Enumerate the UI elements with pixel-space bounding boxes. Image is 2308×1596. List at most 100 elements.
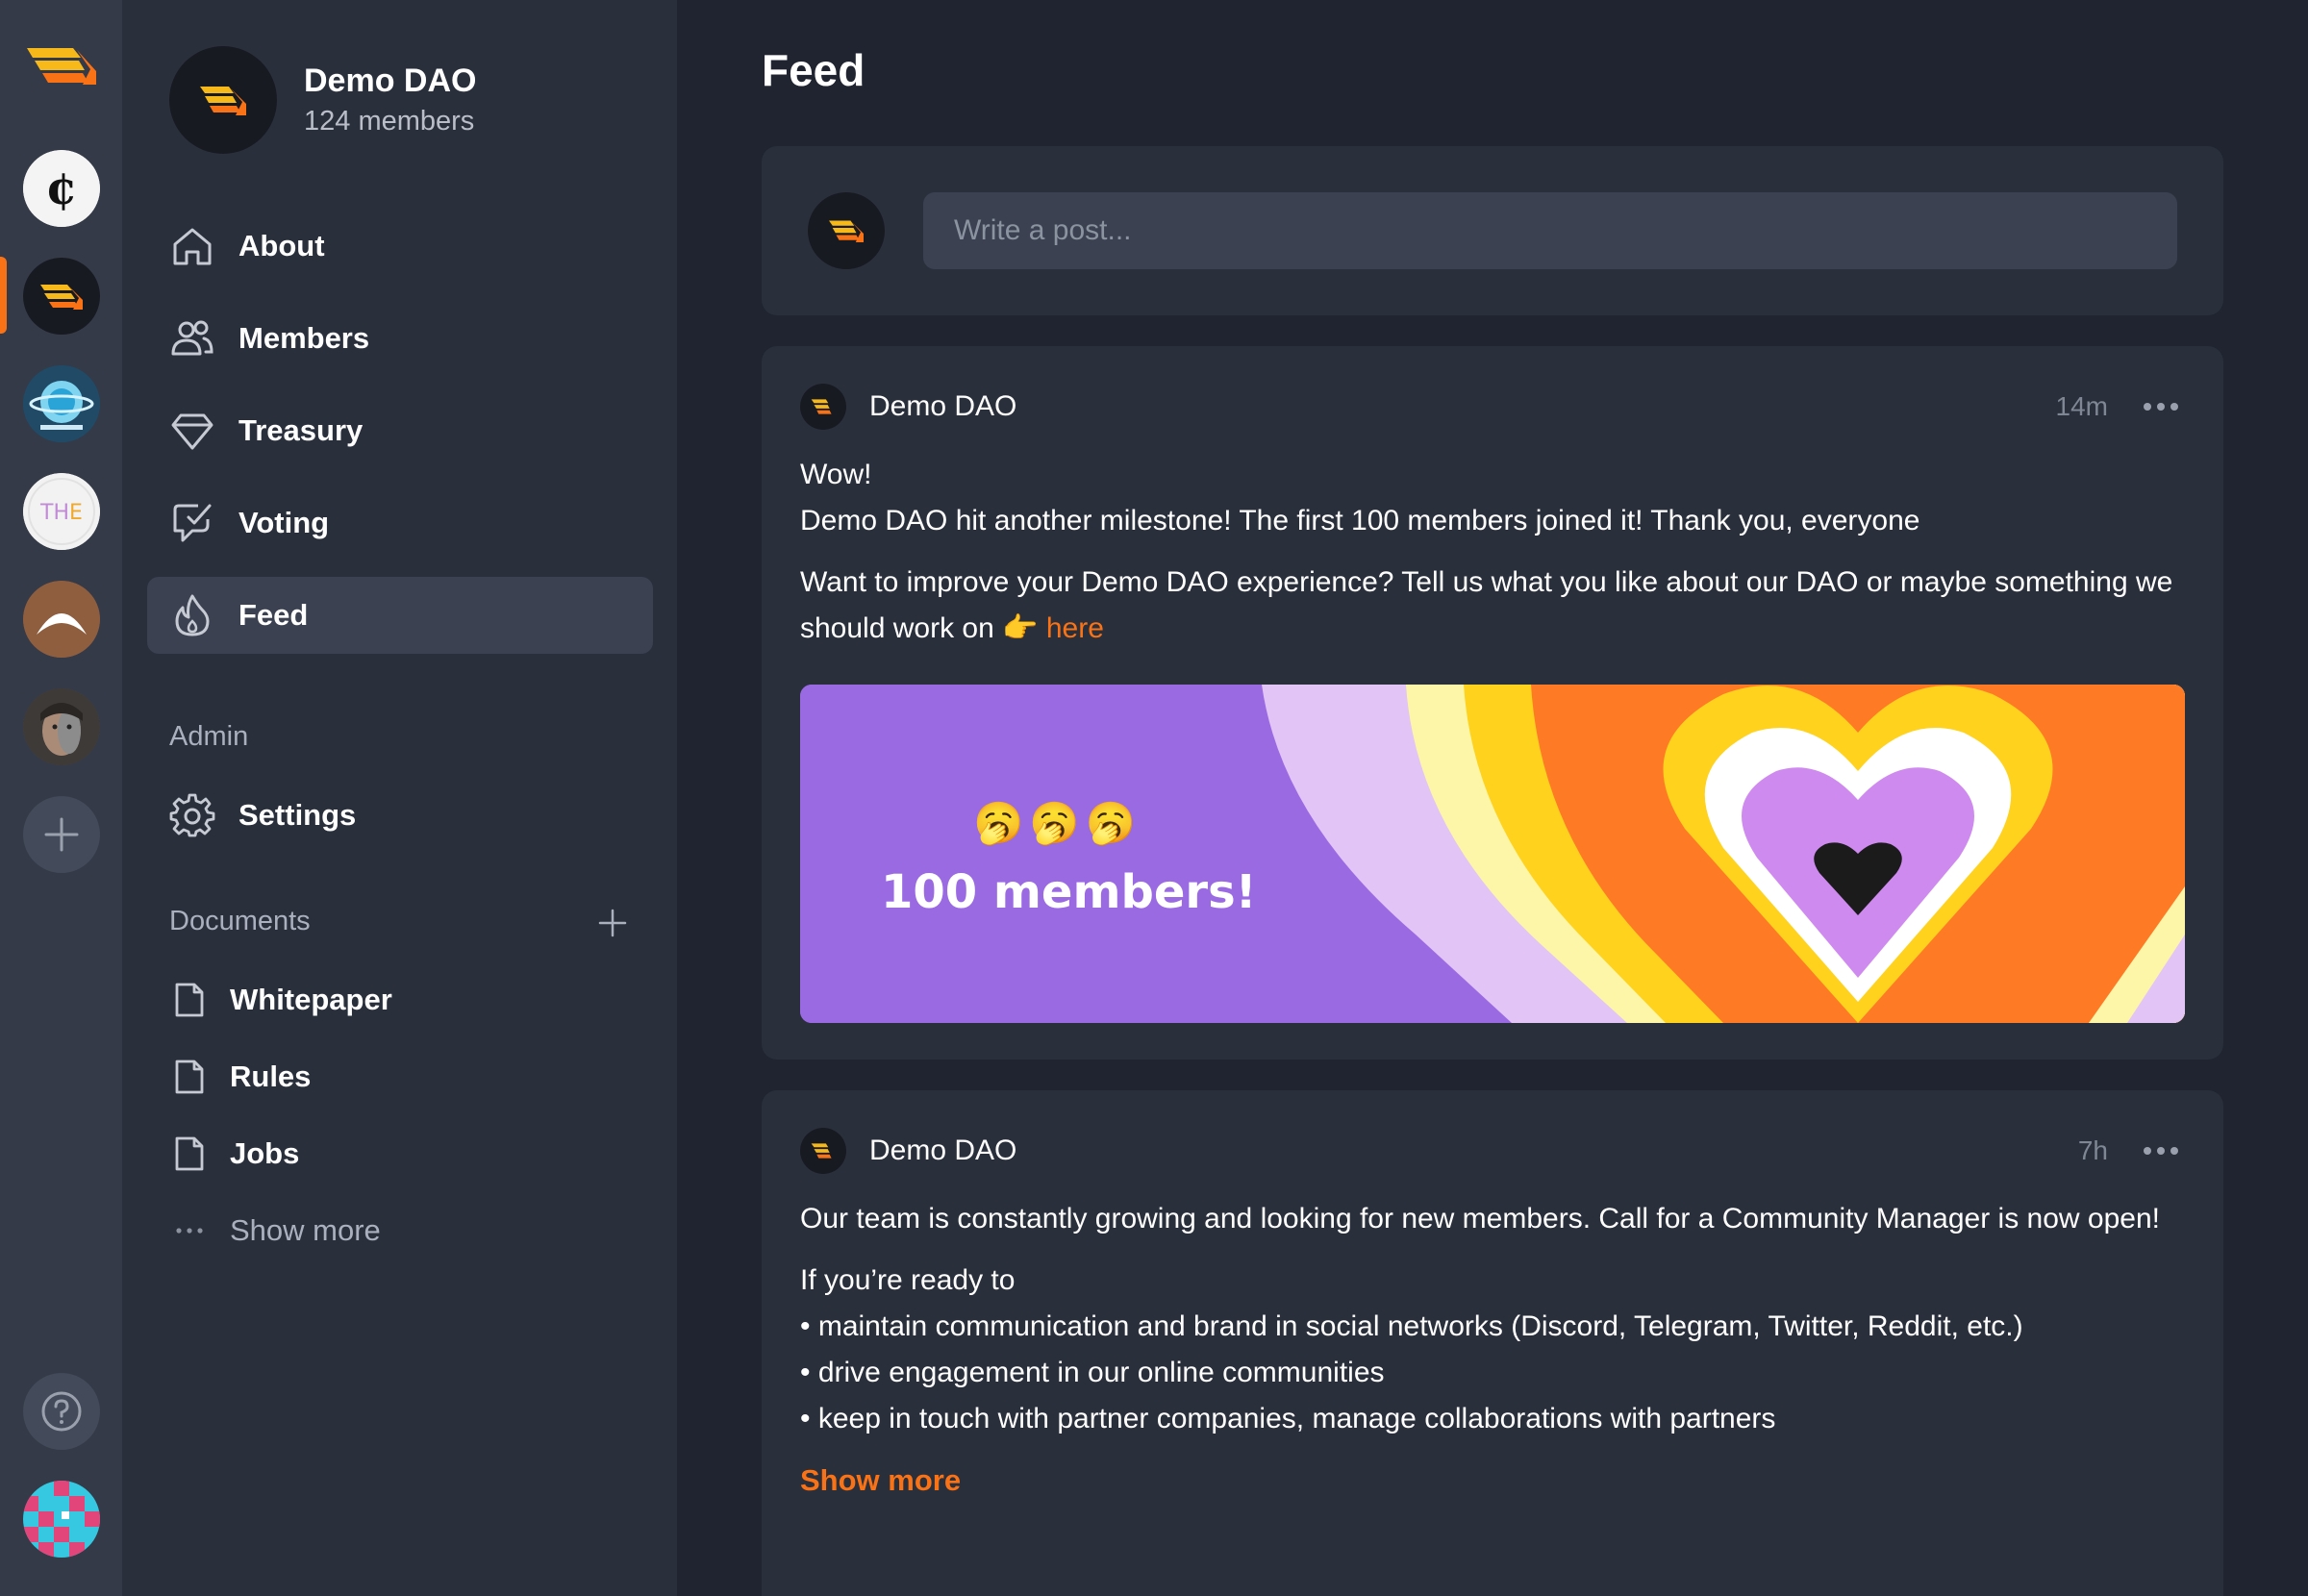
post-composer (762, 146, 2223, 315)
planet-icon (23, 365, 100, 442)
face-icon (23, 688, 100, 765)
document-icon (170, 979, 209, 1021)
dao-sidebar: Demo DAO 124 members About Members Treas… (122, 0, 677, 1596)
post-author[interactable]: Demo DAO (869, 390, 1016, 423)
user-avatar[interactable] (23, 1481, 100, 1558)
post-body: Our team is constantly growing and looki… (800, 1196, 2185, 1519)
arrow-a-icon (23, 581, 100, 658)
post-author[interactable]: Demo DAO (869, 1135, 1016, 1167)
feed-post: Demo DAO 7h Our team is constantly growi… (762, 1090, 2223, 1596)
add-document-button[interactable] (593, 904, 632, 942)
rail-dao-demo[interactable] (23, 258, 100, 335)
nav-item-about[interactable]: About (147, 208, 653, 285)
post-text: Want to improve your Demo DAO experience… (800, 566, 2173, 644)
document-label: Jobs (230, 1136, 300, 1170)
dao-header[interactable]: Demo DAO 124 members (169, 45, 476, 155)
user-avatar-icon (23, 1481, 100, 1558)
nav-item-label: Settings (238, 798, 357, 832)
show-more-label: Show more (230, 1213, 381, 1247)
heart-banner-illustration (800, 685, 2185, 1023)
document-icon (170, 1133, 209, 1175)
app-logo-icon[interactable] (23, 37, 100, 94)
post-timestamp: 7h (2077, 1135, 2108, 1165)
nav-item-feed[interactable]: Feed (147, 577, 653, 654)
more-horizontal-icon (2144, 403, 2178, 411)
documents-show-more[interactable]: Show more (170, 1202, 381, 1259)
dao-name: Demo DAO (304, 62, 477, 99)
documents-section-label: Documents (169, 906, 311, 936)
post-author-avatar[interactable] (800, 1128, 846, 1174)
page-title: Feed (762, 45, 866, 95)
banner-caption: 100 members! (881, 865, 1257, 919)
document-label: Whitepaper (230, 983, 392, 1016)
rail-dao-face[interactable] (23, 688, 100, 765)
add-dao-button[interactable] (23, 796, 100, 873)
nav-item-treasury[interactable]: Treasury (147, 392, 653, 469)
more-horizontal-icon (2144, 1147, 2178, 1155)
nav-item-label: Members (238, 321, 370, 355)
post-author-avatar[interactable] (800, 384, 846, 430)
rail-dao-arrow[interactable] (23, 581, 100, 658)
admin-section-label: Admin (169, 721, 249, 752)
the-icon: THE (23, 473, 100, 550)
flame-icon (167, 590, 217, 640)
post-options-button[interactable] (2137, 387, 2185, 426)
rail-active-indicator (0, 257, 7, 334)
post-link[interactable]: here (1046, 612, 1104, 644)
post-bullet: • keep in touch with partner companies, … (800, 1403, 1776, 1434)
document-icon (170, 1056, 209, 1098)
home-icon (167, 221, 217, 271)
demo-dao-icon (811, 399, 832, 414)
vote-check-icon (167, 498, 217, 548)
rail-dao-chain-c[interactable]: ¢ (23, 150, 100, 227)
post-bullet: • maintain communication and brand in so… (800, 1310, 2023, 1342)
nav-item-members[interactable]: Members (147, 300, 653, 377)
feed-main: Feed Write a post... Demo DAO 14m Wow! D… (677, 0, 2308, 1596)
banner-emoji: 🥱🥱🥱 (973, 800, 1141, 845)
demo-dao-icon (40, 285, 83, 310)
demo-dao-icon (200, 87, 246, 115)
gear-icon (167, 790, 217, 840)
nav-item-label: Voting (238, 506, 330, 539)
dao-rail: ¢ THE (0, 0, 122, 1596)
rail-dao-planet[interactable] (23, 365, 100, 442)
post-input[interactable] (923, 192, 2177, 269)
diamond-icon (167, 406, 217, 456)
nav-item-label: Treasury (238, 413, 364, 447)
more-horizontal-icon (170, 1209, 209, 1252)
post-show-more-button[interactable]: Show more (800, 1458, 2185, 1504)
document-item-jobs[interactable]: Jobs (170, 1125, 299, 1183)
nav-item-label: About (238, 229, 325, 262)
post-text: Wow! (800, 459, 872, 490)
post-image-banner[interactable]: 🥱🥱🥱 100 members! (800, 685, 2185, 1023)
post-options-button[interactable] (2137, 1132, 2185, 1170)
feed-post: Demo DAO 14m Wow! Demo DAO hit another m… (762, 346, 2223, 1060)
app-root: ¢ THE Demo DAO 124 members About Members… (0, 0, 2308, 1596)
svg-text:THE: THE (39, 501, 83, 525)
dao-member-count: 124 members (304, 106, 475, 137)
demo-dao-icon (811, 1143, 832, 1159)
chain-c-icon: ¢ (23, 150, 100, 227)
post-text: Demo DAO hit another milestone! The firs… (800, 505, 1920, 536)
post-timestamp: 14m (2055, 391, 2108, 421)
plus-icon (598, 909, 627, 937)
post-header: Demo DAO 14m (800, 383, 2185, 431)
dao-avatar (169, 46, 277, 154)
post-bullet: • drive engagement in our online communi… (800, 1357, 1385, 1388)
nav-item-settings[interactable]: Settings (147, 777, 653, 854)
rail-dao-the[interactable]: THE (23, 473, 100, 550)
svg-text:¢: ¢ (45, 162, 77, 215)
post-text: Our team is constantly growing and looki… (800, 1203, 2160, 1234)
demo-dao-icon (829, 220, 864, 242)
post-body: Wow! Demo DAO hit another milestone! The… (800, 452, 2185, 667)
help-icon (41, 1391, 82, 1432)
document-item-rules[interactable]: Rules (170, 1048, 311, 1106)
document-label: Rules (230, 1060, 312, 1093)
composer-avatar (808, 192, 885, 269)
nav-item-voting[interactable]: Voting (147, 485, 653, 561)
nav-item-label: Feed (238, 598, 309, 632)
document-item-whitepaper[interactable]: Whitepaper (170, 971, 392, 1029)
post-text: If you’re ready to (800, 1264, 1016, 1296)
plus-icon (44, 817, 79, 852)
help-button[interactable] (23, 1373, 100, 1450)
